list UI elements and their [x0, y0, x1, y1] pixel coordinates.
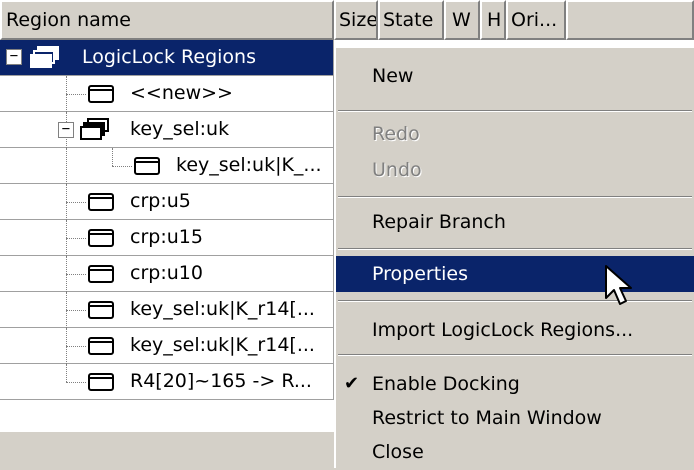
column-origin[interactable]: Ori... — [506, 0, 566, 40]
column-filler — [566, 0, 694, 40]
tree-item-label: LogicLock Regions — [82, 46, 256, 68]
tree-item-label: crp:u5 — [130, 190, 191, 212]
context-menu: New Redo Undo Repair Branch Properties I… — [334, 46, 694, 468]
menu-item-label: Enable Docking — [372, 373, 520, 395]
region-icon — [88, 301, 114, 319]
regions-folder-icon — [80, 118, 109, 140]
tree-row[interactable]: key_sel:uk|K_... — [0, 148, 334, 184]
region-icon — [88, 85, 114, 103]
collapse-icon[interactable]: − — [58, 122, 74, 138]
tree-row[interactable]: R4[20]~165 -> R... — [0, 364, 334, 400]
menu-item-properties[interactable]: Properties — [336, 256, 694, 292]
regions-folder-icon — [30, 46, 59, 68]
column-w[interactable]: W — [444, 0, 480, 40]
column-state[interactable]: State — [378, 0, 444, 40]
menu-item-undo[interactable]: Undo — [336, 152, 694, 188]
tree-item-label: key_sel:uk|K_r14[... — [130, 298, 315, 320]
menu-separator — [338, 354, 692, 356]
region-icon — [88, 229, 114, 247]
tree-row[interactable]: crp:u15 — [0, 220, 334, 256]
tree-item-label: crp:u10 — [130, 262, 203, 284]
menu-separator — [338, 196, 692, 198]
tree-row[interactable]: <<new>> — [0, 76, 334, 112]
menu-item-import-logiclock-regions[interactable]: Import LogicLock Regions... — [336, 312, 694, 348]
region-icon — [88, 373, 114, 391]
region-icon — [134, 157, 160, 175]
region-icon — [88, 193, 114, 211]
menu-separator — [338, 110, 692, 112]
tree-row[interactable]: key_sel:uk|K_r14[... — [0, 292, 334, 328]
tree-row[interactable]: key_sel:uk|K_r14[... — [0, 328, 334, 364]
tree-row[interactable]: crp:u5 — [0, 184, 334, 220]
tree-item-label: key_sel:uk|K_... — [176, 154, 322, 176]
checkmark-icon: ✔ — [344, 373, 360, 394]
menu-item-redo[interactable]: Redo — [336, 116, 694, 152]
menu-separator — [338, 248, 692, 250]
menu-separator — [338, 300, 692, 302]
region-icon — [88, 265, 114, 283]
column-h[interactable]: H — [480, 0, 506, 40]
column-size[interactable]: Size — [334, 0, 378, 40]
menu-item-close[interactable]: Close — [336, 434, 694, 470]
menu-item-repair-branch[interactable]: Repair Branch — [336, 204, 694, 240]
menu-item-restrict-to-main-window[interactable]: Restrict to Main Window — [336, 400, 694, 436]
tree-row[interactable]: − key_sel:uk — [0, 112, 334, 148]
tree-item-label: key_sel:uk|K_r14[... — [130, 334, 315, 356]
tree-item-label: <<new>> — [130, 82, 233, 104]
tree-row[interactable]: crp:u10 — [0, 256, 334, 292]
grid-bottom-edge — [0, 432, 334, 468]
tree-item-label: R4[20]~165 -> R... — [130, 370, 312, 392]
tree-item-label: crp:u15 — [130, 226, 203, 248]
column-region-name[interactable]: Region name — [0, 0, 334, 40]
mouse-pointer-icon — [605, 265, 632, 305]
column-header: Region name Size State W H Ori... — [0, 0, 694, 40]
menu-item-new[interactable]: New — [336, 58, 694, 94]
collapse-icon[interactable]: − — [6, 49, 22, 65]
tree-row-logiclock-regions[interactable]: − LogicLock Regions — [0, 40, 334, 76]
region-icon — [88, 337, 114, 355]
tree-item-label: key_sel:uk — [130, 118, 230, 140]
menu-item-enable-docking[interactable]: ✔ Enable Docking — [336, 366, 694, 402]
